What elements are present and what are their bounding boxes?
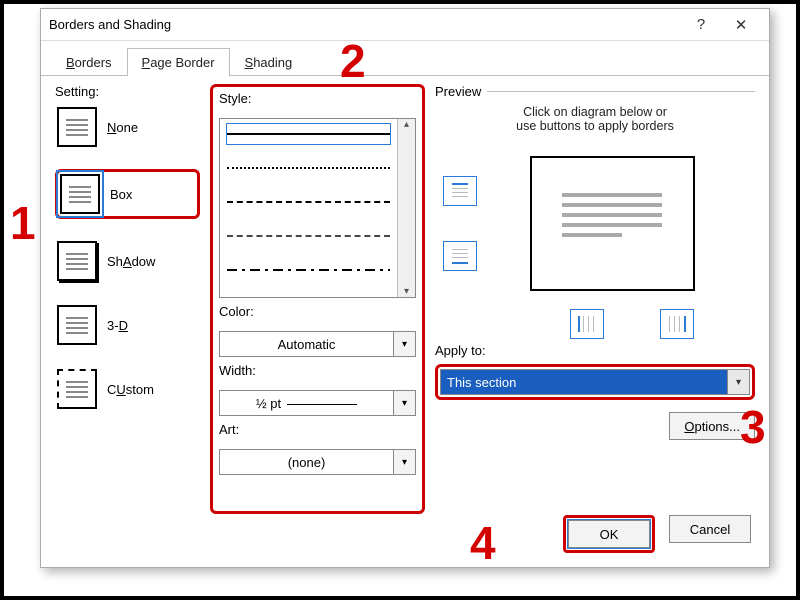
cancel-button[interactable]: Cancel bbox=[669, 515, 751, 543]
border-top-button[interactable] bbox=[443, 176, 477, 206]
tab-page-border[interactable]: Page Border bbox=[127, 48, 230, 76]
apply-to-combo[interactable]: This section ▾ bbox=[440, 369, 750, 395]
setting-custom[interactable]: CUstom bbox=[55, 367, 200, 411]
preview-diagram bbox=[435, 151, 755, 331]
border-right-button[interactable] bbox=[660, 309, 694, 339]
scroll-up-icon[interactable]: ▴ bbox=[404, 119, 409, 130]
borders-shading-dialog: Borders and Shading ? ✕ Borders Page Bor… bbox=[40, 8, 770, 568]
dialog-footer: OK Cancel bbox=[563, 515, 751, 553]
setting-shadow[interactable]: ShAdow bbox=[55, 239, 200, 283]
preview-label: Preview bbox=[435, 84, 481, 99]
width-label: Width: bbox=[219, 363, 416, 378]
setting-none[interactable]: None bbox=[55, 105, 200, 149]
ok-button[interactable]: OK bbox=[568, 520, 650, 548]
apply-to-label: Apply to: bbox=[435, 343, 755, 358]
tab-borders-ul: B bbox=[66, 55, 75, 70]
style-listbox[interactable]: ▴ ▾ bbox=[219, 118, 416, 298]
shadow-icon bbox=[57, 241, 97, 281]
width-value: ½ pt bbox=[220, 396, 393, 411]
style-dotted[interactable] bbox=[226, 157, 391, 179]
options-button[interactable]: Options... bbox=[669, 412, 755, 440]
tab-shading-ul: S bbox=[245, 55, 254, 70]
preview-hint: Click on diagram below oruse buttons to … bbox=[435, 105, 755, 133]
custom-icon bbox=[57, 369, 97, 409]
setting-box-label: Box bbox=[110, 187, 132, 202]
none-icon bbox=[57, 107, 97, 147]
style-dash-small[interactable] bbox=[226, 225, 391, 247]
setting-box[interactable]: Box bbox=[55, 169, 200, 219]
chevron-down-icon[interactable]: ▾ bbox=[393, 450, 415, 474]
chevron-down-icon[interactable]: ▾ bbox=[727, 370, 749, 394]
style-dashdot[interactable] bbox=[226, 259, 391, 281]
color-label: Color: bbox=[219, 304, 416, 319]
box-icon bbox=[60, 174, 100, 214]
tab-bar: Borders Page Border Shading bbox=[41, 41, 769, 76]
width-combo[interactable]: ½ pt ▾ bbox=[219, 390, 416, 416]
border-left-button[interactable] bbox=[570, 309, 604, 339]
art-label: Art: bbox=[219, 422, 416, 437]
art-combo[interactable]: (none) ▾ bbox=[219, 449, 416, 475]
close-button[interactable]: ✕ bbox=[721, 11, 761, 39]
scroll-down-icon[interactable]: ▾ bbox=[404, 286, 409, 297]
apply-to-value: This section bbox=[441, 375, 727, 390]
style-column: Style: ▴ ▾ Color: Aut bbox=[210, 84, 425, 514]
setting-label: Setting: bbox=[55, 84, 200, 99]
titlebar[interactable]: Borders and Shading ? ✕ bbox=[41, 9, 769, 41]
style-label: Style: bbox=[219, 91, 416, 106]
chevron-down-icon[interactable]: ▾ bbox=[393, 332, 415, 356]
tab-borders[interactable]: Borders bbox=[51, 48, 127, 76]
setting-3d[interactable]: 3-D bbox=[55, 303, 200, 347]
style-scrollbar[interactable]: ▴ ▾ bbox=[397, 119, 415, 297]
tab-pageborder-ul: P bbox=[142, 55, 151, 70]
style-dash[interactable] bbox=[226, 191, 391, 213]
style-solid[interactable] bbox=[226, 123, 391, 145]
art-value: (none) bbox=[220, 455, 393, 470]
setting-column: Setting: None Box ShAdow bbox=[55, 84, 200, 514]
preview-column: Preview Click on diagram below oruse but… bbox=[435, 84, 755, 514]
border-bottom-button[interactable] bbox=[443, 241, 477, 271]
tab-shading[interactable]: Shading bbox=[230, 48, 308, 76]
help-button[interactable]: ? bbox=[681, 11, 721, 39]
window-title: Borders and Shading bbox=[49, 17, 681, 32]
color-combo[interactable]: Automatic ▾ bbox=[219, 331, 416, 357]
page-preview-icon[interactable] bbox=[530, 156, 695, 291]
chevron-down-icon[interactable]: ▾ bbox=[393, 391, 415, 415]
threed-icon bbox=[57, 305, 97, 345]
color-value: Automatic bbox=[220, 337, 393, 352]
